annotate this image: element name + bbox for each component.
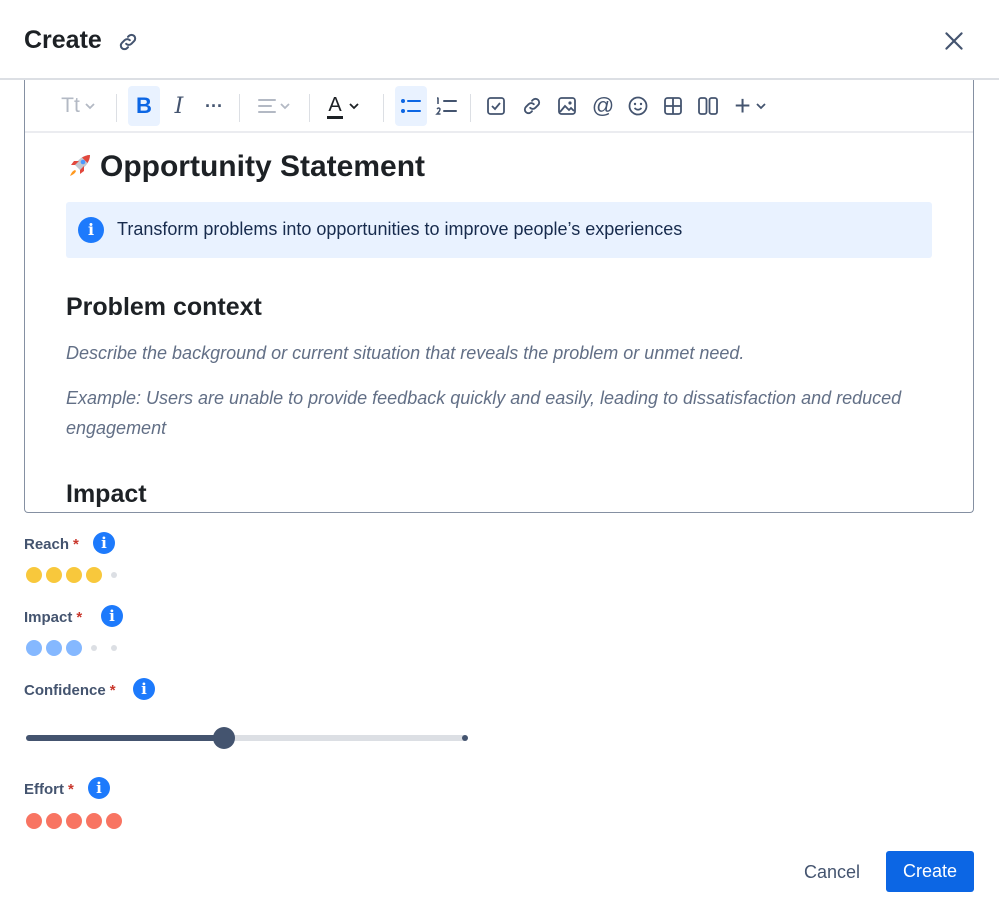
toolbar-divider bbox=[309, 94, 310, 122]
info-icon[interactable]: i bbox=[93, 532, 115, 554]
info-icon[interactable]: i bbox=[133, 678, 155, 700]
rating-dot-empty[interactable] bbox=[91, 645, 97, 651]
rating-dot-empty[interactable] bbox=[111, 645, 117, 651]
placeholder-text: Example: Users are unable to provide fee… bbox=[66, 388, 902, 438]
link-icon bbox=[523, 97, 541, 115]
chevron-down-icon bbox=[349, 103, 359, 110]
italic-label: I bbox=[174, 93, 184, 119]
toolbar-divider bbox=[116, 94, 117, 122]
chevron-down-icon bbox=[280, 103, 290, 110]
document-heading: Opportunity Statement bbox=[66, 150, 425, 184]
more-formatting-button[interactable]: ··· bbox=[199, 86, 229, 126]
text-style-button[interactable]: Tt bbox=[55, 86, 103, 126]
impact-label: Impact * bbox=[24, 609, 82, 626]
info-icon: i bbox=[78, 217, 104, 243]
rating-dot-filled[interactable] bbox=[66, 640, 82, 656]
required-marker: * bbox=[68, 781, 74, 798]
chevron-down-icon bbox=[85, 103, 95, 110]
rating-dot-filled[interactable] bbox=[26, 567, 42, 583]
bullet-list-button[interactable] bbox=[395, 86, 427, 126]
effort-label-text: Effort bbox=[24, 781, 64, 798]
insert-link-button[interactable] bbox=[516, 86, 548, 126]
reach-label-text: Reach bbox=[24, 536, 70, 553]
slider-fill bbox=[26, 735, 225, 741]
emoji-button[interactable] bbox=[622, 86, 654, 126]
alignment-button[interactable] bbox=[251, 86, 297, 126]
layouts-button[interactable] bbox=[692, 86, 724, 126]
info-icon[interactable]: i bbox=[88, 777, 110, 799]
required-marker: * bbox=[73, 536, 79, 553]
plus-icon: + bbox=[734, 90, 751, 121]
rocket-icon bbox=[70, 155, 90, 176]
cancel-button[interactable]: Cancel bbox=[790, 852, 874, 892]
rating-dot-filled[interactable] bbox=[66, 813, 82, 829]
insert-menu-button[interactable]: + bbox=[727, 86, 775, 126]
create-button[interactable]: Create bbox=[886, 851, 974, 892]
toolbar-divider bbox=[25, 131, 973, 133]
bold-label: B bbox=[136, 93, 152, 118]
rating-dot-filled[interactable] bbox=[86, 567, 102, 583]
required-marker: * bbox=[76, 609, 83, 626]
mention-button[interactable]: @ bbox=[587, 86, 619, 126]
close-icon[interactable] bbox=[941, 28, 967, 54]
info-panel-text: Transform problems into opportunities to… bbox=[117, 219, 683, 239]
chevron-down-icon bbox=[756, 103, 766, 110]
document-heading-text: Opportunity Statement bbox=[100, 150, 426, 183]
rating-dot-filled[interactable] bbox=[46, 640, 62, 656]
confidence-label-text: Confidence bbox=[24, 682, 106, 699]
reach-label: Reach * bbox=[24, 536, 79, 553]
rating-dot-filled[interactable] bbox=[46, 813, 62, 829]
text-style-label: Tt bbox=[61, 94, 80, 117]
effort-label: Effort * bbox=[24, 781, 74, 798]
confidence-slider[interactable] bbox=[24, 727, 471, 749]
slider-thumb[interactable] bbox=[213, 727, 236, 749]
editor-toolbar: Tt B I ··· A @ + bbox=[55, 86, 945, 126]
section-heading-problem-context: Problem context bbox=[66, 293, 262, 321]
emoji-icon bbox=[628, 96, 648, 116]
table-button[interactable] bbox=[657, 86, 689, 126]
slider-track-end bbox=[462, 735, 468, 741]
link-icon[interactable] bbox=[117, 31, 139, 53]
info-icon[interactable]: i bbox=[101, 605, 123, 627]
text-color-label: A bbox=[327, 94, 343, 119]
modal-title: Create bbox=[24, 26, 102, 54]
rating-dot-filled[interactable] bbox=[26, 813, 42, 829]
rating-dot-filled[interactable] bbox=[86, 813, 102, 829]
image-icon bbox=[558, 97, 576, 115]
bullet-list-icon bbox=[401, 99, 421, 113]
numbered-list-icon bbox=[435, 97, 457, 115]
numbered-list-button[interactable] bbox=[431, 86, 463, 126]
bold-button[interactable]: B bbox=[128, 86, 160, 126]
required-marker: * bbox=[109, 682, 116, 699]
more-icon: ··· bbox=[205, 95, 223, 116]
placeholder-text: Describe the background or current situa… bbox=[66, 343, 745, 363]
info-panel: i Transform problems into opportunities … bbox=[66, 202, 932, 258]
rating-dot-filled[interactable] bbox=[46, 567, 62, 583]
modal-header: Create bbox=[0, 0, 999, 80]
rating-dot-filled[interactable] bbox=[66, 567, 82, 583]
align-icon bbox=[258, 99, 276, 113]
section-heading-impact: Impact bbox=[66, 480, 147, 508]
toolbar-divider bbox=[383, 94, 384, 122]
table-icon bbox=[664, 97, 682, 115]
toolbar-divider bbox=[239, 94, 240, 122]
rating-dot-filled[interactable] bbox=[106, 813, 122, 829]
italic-button[interactable]: I bbox=[164, 86, 194, 126]
impact-label-text: Impact bbox=[24, 609, 73, 626]
checkbox-icon bbox=[487, 97, 505, 115]
confidence-label: Confidence * bbox=[24, 682, 116, 699]
rating-dot-empty[interactable] bbox=[111, 572, 117, 578]
mention-icon: @ bbox=[591, 93, 615, 118]
insert-image-button[interactable] bbox=[551, 86, 583, 126]
columns-icon bbox=[698, 97, 718, 115]
toolbar-divider bbox=[470, 94, 471, 122]
rating-dot-filled[interactable] bbox=[26, 640, 42, 656]
rich-text-editor[interactable]: Tt B I ··· A @ + Opportunity Statement i… bbox=[24, 80, 974, 513]
text-color-button[interactable]: A bbox=[321, 86, 367, 126]
action-item-button[interactable] bbox=[480, 86, 512, 126]
